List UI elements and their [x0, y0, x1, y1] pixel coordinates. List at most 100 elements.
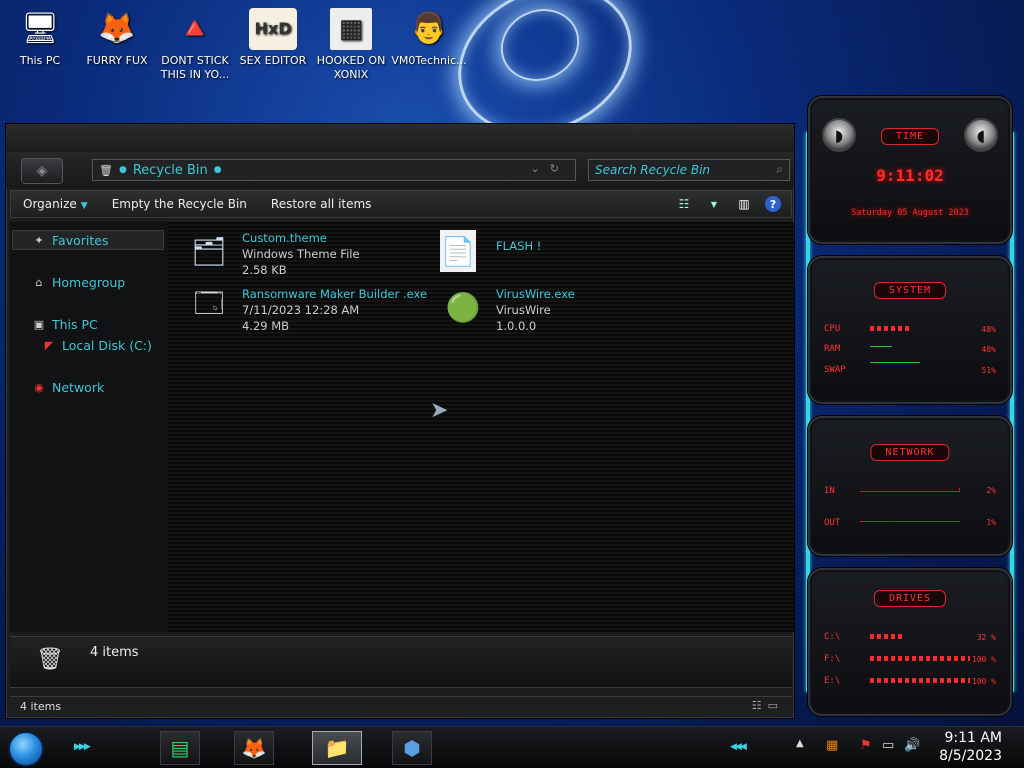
- file-size: 4.29 MB: [242, 319, 290, 333]
- doctor-avatar-icon: 👨: [410, 11, 448, 46]
- desktop-icon-furry-fux[interactable]: 🦊 FURRY FUX: [78, 8, 156, 68]
- search-input[interactable]: Search Recycle Bin ⌕: [588, 159, 790, 181]
- drive-value: 100 %: [971, 677, 996, 686]
- desktop-icon-dont-stick[interactable]: 🔺 DONT STICK THIS IN YO...: [156, 8, 234, 82]
- computer-icon: ▣: [33, 318, 45, 331]
- gadget-date: Saturday 05 August 2023: [851, 208, 969, 218]
- xonix-game-icon: ▦: [330, 8, 372, 50]
- desktop-icon-vm0technic[interactable]: 👨 VM0Technic...: [390, 8, 468, 68]
- view-options-icon[interactable]: ☷: [675, 195, 693, 213]
- drive-usage-bar: [870, 678, 970, 683]
- refresh-icon[interactable]: ⌄↻: [531, 162, 569, 175]
- file-date: 7/11/2023 12:28 AM: [242, 303, 360, 317]
- navigation-pane: ✦ Favorites ⌂ Homegroup ▣ This PC ◤ Loca…: [10, 222, 168, 632]
- nav-item-local-disk[interactable]: ◤ Local Disk (C:): [42, 338, 152, 353]
- search-icon[interactable]: ⌕: [776, 162, 783, 177]
- gadget-network-panel: NETWORK IN 2% OUT 1%: [808, 416, 1012, 556]
- gadget-title: NETWORK: [870, 444, 950, 461]
- lime-icon: 🟢: [445, 290, 481, 324]
- tray-app-icon[interactable]: ▦: [826, 738, 838, 753]
- homegroup-icon: ⌂: [35, 276, 43, 289]
- theme-file-icon: 🗂: [191, 234, 227, 268]
- nav-label: Network: [52, 380, 105, 395]
- nav-item-homegroup[interactable]: ⌂ Homegroup: [32, 275, 126, 290]
- network-icon: ◉: [34, 381, 44, 394]
- taskbar-notes-app[interactable]: ▤: [160, 731, 200, 765]
- desktop-icon-label: VM0Technic...: [391, 54, 467, 67]
- drive-value: 32 %: [976, 633, 996, 642]
- drive-label: F:\: [824, 654, 841, 664]
- net-in-value: 2%: [986, 486, 996, 495]
- show-hidden-icons-icon[interactable]: ▲: [796, 738, 804, 749]
- application-window-icon: 🗔: [193, 287, 225, 320]
- nav-label: Favorites: [52, 233, 109, 248]
- action-center-flag-icon[interactable]: ⚑: [860, 738, 872, 753]
- help-icon[interactable]: ?: [765, 196, 781, 212]
- alien-head-icon: ◖: [964, 118, 998, 152]
- desktop-icon-sex-editor[interactable]: HxD SEX EDITOR: [234, 8, 312, 68]
- address-bar[interactable]: 🗑 ● Recycle Bin ● ⌄↻: [92, 159, 576, 181]
- recycle-bin-small-icon: 🗑: [99, 163, 113, 177]
- file-item-viruswire[interactable]: 🟢 VirusWire.exe VirusWire 1.0.0.0: [440, 286, 575, 334]
- taskbar-firefox[interactable]: 🦊: [234, 731, 274, 765]
- gadget-system-panel: SYSTEM CPU 48% RAM 48% SWAP 51%: [808, 256, 1012, 404]
- taskbar-time: 9:11 AM: [944, 730, 1002, 746]
- drive-icon: ◤: [44, 339, 54, 352]
- chevron-down-icon[interactable]: ▼: [705, 195, 723, 213]
- file-type: Windows Theme File: [242, 247, 360, 261]
- cpu-label: CPU: [824, 324, 841, 334]
- explorer-window: ◈ 🗑 ● Recycle Bin ● ⌄↻ Search Recycle Bi…: [5, 123, 795, 719]
- nav-label: Homegroup: [52, 275, 126, 290]
- system-monitor-gadget: ◗ ◖ TIME 9:11:02 Saturday 05 August 2023…: [796, 92, 1024, 722]
- file-item-flash[interactable]: 📄 FLASH !: [440, 230, 541, 272]
- hex-editor-icon: HxD: [249, 8, 297, 50]
- taskbar-virtualbox[interactable]: ⬢: [392, 731, 432, 765]
- desktop-icon-this-pc[interactable]: 🖥 This PC: [1, 8, 79, 68]
- taskbar-date: 8/5/2023: [939, 748, 1002, 764]
- net-in-graph: [860, 488, 960, 492]
- window-titlebar[interactable]: [6, 124, 794, 154]
- preview-pane-icon[interactable]: ▥: [735, 195, 753, 213]
- view-toggle-icon[interactable]: ☷▭: [752, 699, 784, 712]
- nav-item-this-pc[interactable]: ▣ This PC: [32, 317, 98, 332]
- breadcrumb-separator-icon: ●: [118, 165, 127, 175]
- gadget-clock: 9:11:02: [876, 166, 944, 185]
- file-list: 🗂 Custom.theme Windows Theme File 2.58 K…: [168, 222, 794, 632]
- file-item-ransomware-builder[interactable]: 🗔 Ransomware Maker Builder .exe 7/11/202…: [186, 286, 427, 334]
- command-toolbar: Organize ▼ Empty the Recycle Bin Restore …: [10, 190, 792, 218]
- cpu-value: 48%: [981, 325, 996, 334]
- file-item-custom-theme[interactable]: 🗂 Custom.theme Windows Theme File 2.58 K…: [186, 230, 360, 278]
- drive-label: C:\: [824, 632, 841, 642]
- drive-value: 100 %: [971, 655, 996, 664]
- file-description: VirusWire: [496, 303, 551, 317]
- nav-label: This PC: [52, 317, 98, 332]
- firefox-icon: 🦊: [98, 11, 136, 46]
- drive-label: E:\: [824, 676, 841, 686]
- desktop-icon-hooked-on-xonix[interactable]: ▦ HOOKED ON XONIX: [312, 8, 390, 82]
- status-item-count: 4 items: [20, 700, 62, 713]
- swap-graph-line: [870, 362, 920, 363]
- net-out-graph: [860, 514, 960, 522]
- net-out-value: 1%: [986, 518, 996, 527]
- network-tray-icon[interactable]: ▭: [882, 738, 894, 753]
- taskbar-clock[interactable]: 9:11 AM 8/5/2023: [939, 729, 1002, 765]
- start-button[interactable]: [8, 731, 44, 767]
- swap-label: SWAP: [824, 365, 846, 375]
- restore-all-items-button[interactable]: Restore all items: [259, 197, 384, 211]
- ram-graph-line: [870, 346, 892, 347]
- nav-item-favorites[interactable]: ✦ Favorites: [32, 233, 108, 248]
- navigation-bar: ◈ 🗑 ● Recycle Bin ● ⌄↻ Search Recycle Bi…: [6, 152, 794, 188]
- organize-button[interactable]: Organize ▼: [11, 197, 100, 211]
- search-placeholder: Search Recycle Bin: [595, 163, 711, 177]
- file-name: Ransomware Maker Builder .exe: [242, 287, 428, 301]
- ram-label: RAM: [824, 344, 841, 354]
- desktop-icon-label: HOOKED ON XONIX: [316, 54, 386, 81]
- nav-item-network[interactable]: ◉ Network: [32, 380, 104, 395]
- file-name: FLASH !: [496, 239, 542, 253]
- vlc-cone-icon: 🔺: [176, 11, 214, 46]
- empty-recycle-bin-button[interactable]: Empty the Recycle Bin: [100, 197, 259, 211]
- back-forward-icon[interactable]: ◈: [21, 158, 63, 184]
- taskbar-file-explorer[interactable]: 📁: [312, 731, 362, 765]
- volume-icon[interactable]: 🔊: [904, 738, 920, 753]
- computer-icon: 🖥: [20, 11, 60, 46]
